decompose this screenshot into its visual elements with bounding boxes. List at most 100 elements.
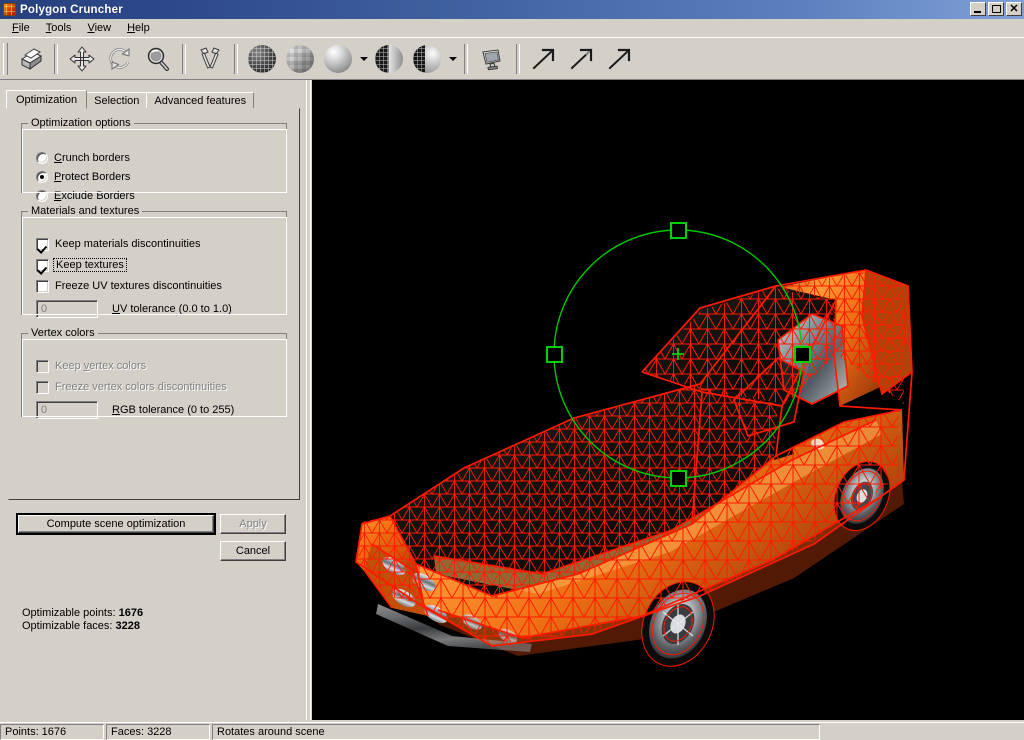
rgb-tolerance-input[interactable]: 0 (36, 401, 98, 419)
radio-protect-borders-label: Protect Borders (54, 171, 131, 183)
radio-exclude-borders[interactable]: Exclude Borders (36, 189, 135, 203)
checkbox-freeze-vertex-colors-indicator (36, 380, 49, 394)
render-wireframe-smooth-icon[interactable] (408, 41, 446, 77)
optimizable-points-value: 1676 (118, 607, 144, 619)
3d-viewport[interactable] (312, 80, 1024, 720)
render-wireframe-smooth-dropdown-chevron-down-icon[interactable] (446, 41, 459, 77)
minimize-button[interactable] (970, 2, 986, 16)
uv-tolerance-label: UV tolerance (0.0 to 1.0) (112, 303, 232, 315)
compute-scene-optimization-label: Compute scene optimization (46, 518, 186, 530)
compute-scene-optimization-button[interactable]: Compute scene optimization (16, 513, 216, 535)
window-title: Polygon Cruncher (20, 3, 123, 16)
arrow-diagonal-3-icon[interactable] (601, 41, 639, 77)
arrow-diagonal-2-icon[interactable] (563, 41, 601, 77)
apply-button-label: Apply (239, 518, 267, 530)
zoom-magnifier-icon[interactable] (139, 41, 177, 77)
menu-help-label: elp (135, 22, 150, 34)
cancel-button-label: Cancel (235, 545, 271, 557)
checkbox-freeze-uv-textures-discontinuities[interactable]: Freeze UV textures discontinuities (36, 279, 222, 293)
group-materials-and-textures: Materials and textures Keep materials di… (21, 205, 287, 318)
menu-tools[interactable]: Tools (38, 21, 80, 35)
menu-help[interactable]: Help (119, 21, 158, 35)
toolbar-separator-5 (516, 43, 520, 74)
polygon-cruncher-icon (3, 3, 16, 16)
pan-move-icon[interactable] (63, 41, 101, 77)
gizmo-handle-top (670, 222, 687, 239)
checkbox-keep-materials-discontinuities-label: Keep materials discontinuities (55, 238, 201, 250)
rgb-tolerance-row: 0 RGB tolerance (0 to 255) (36, 401, 234, 419)
close-button[interactable]: ✕ (1006, 2, 1022, 16)
group-vertex-colors: Vertex colors Keep vertex colors Freeze … (21, 327, 287, 419)
checkbox-keep-materials-discontinuities-indicator (36, 237, 49, 251)
render-smooth-dropdown-chevron-down-icon[interactable] (357, 41, 370, 77)
car-wireframe-model (355, 222, 913, 667)
print-icon[interactable] (11, 41, 49, 77)
checkbox-keep-vertex-colors-label: Keep vertex colors (55, 360, 147, 372)
cancel-button[interactable]: Cancel (220, 541, 286, 561)
render-flat-icon[interactable] (281, 41, 319, 77)
maximize-restore-button[interactable] (988, 2, 1004, 16)
group-vertex-colors-legend: Vertex colors (28, 327, 98, 339)
tools-hammers-icon[interactable] (191, 41, 229, 77)
optimizable-faces-value: 3228 (115, 619, 141, 632)
tab-selection[interactable]: Selection (86, 92, 148, 109)
radio-crunch-borders-label: Crunch borders (54, 152, 130, 164)
render-wireframe-icon[interactable] (243, 41, 281, 77)
checkbox-keep-vertex-colors[interactable]: Keep vertex colors (36, 359, 146, 373)
uv-tolerance-row: 0 UV tolerance (0.0 to 1.0) (36, 300, 232, 318)
faces-pane: Faces: 3228 (106, 723, 210, 740)
checkbox-keep-textures[interactable]: Keep textures (36, 258, 127, 272)
toolbar-separator-4 (464, 43, 468, 74)
group-optimization-options-legend: Optimization options (28, 117, 134, 129)
hint-pane: Rotates around scene (212, 723, 820, 740)
toolbar (0, 37, 1024, 80)
menu-bar: File Tools View Help (0, 19, 1024, 37)
toolbar-separator-2 (182, 43, 186, 74)
gizmo-handle-left (546, 346, 563, 363)
toolbar-separator-1 (54, 43, 58, 74)
menu-view[interactable]: View (79, 21, 119, 35)
radio-crunch-borders[interactable]: Crunch borders (36, 151, 130, 165)
checkbox-keep-textures-indicator (36, 258, 49, 272)
rotate-icon[interactable] (101, 41, 139, 77)
toolbar-grip[interactable] (3, 42, 8, 75)
optimizable-faces-row: Optimizable faces: 3228 (22, 620, 143, 633)
gizmo-handle-right (794, 346, 811, 363)
tab-advanced-features-label: Advanced features (154, 94, 247, 107)
checkbox-freeze-vertex-colors-discontinuities[interactable]: Freeze vertex colors discontinuities (36, 380, 227, 394)
radio-exclude-borders-label: Exclude Borders (54, 190, 135, 202)
menu-file[interactable]: File (4, 21, 38, 35)
checkbox-freeze-uv-indicator (36, 279, 49, 293)
application-window: Polygon Cruncher ✕ File Tools View Help (0, 0, 1024, 740)
options-panel: Optimization Selection Advanced features… (0, 80, 312, 720)
render-wireframe-shaded-icon[interactable] (370, 41, 408, 77)
checkbox-keep-materials-discontinuities[interactable]: Keep materials discontinuities (36, 237, 201, 251)
apply-button[interactable]: Apply (220, 514, 286, 534)
radio-protect-borders[interactable]: Protect Borders (36, 170, 130, 184)
render-smooth-icon[interactable] (319, 41, 357, 77)
radio-protect-borders-indicator (36, 171, 48, 183)
tab-strip: Optimization Selection Advanced features (6, 90, 255, 109)
optimizable-stats: Optimizable points: 1676 Optimizable fac… (22, 607, 143, 632)
group-optimization-options: Optimization options Crunch borders Prot… (21, 117, 287, 202)
window-controls: ✕ (970, 2, 1022, 16)
points-pane: Points: 1676 (0, 723, 104, 740)
uv-tolerance-input[interactable]: 0 (36, 300, 98, 318)
checkbox-freeze-vertex-colors-label: Freeze vertex colors discontinuities (55, 381, 227, 393)
tab-advanced-features[interactable]: Advanced features (146, 92, 255, 109)
optimizable-points-label: Optimizable points: (22, 607, 116, 619)
optimizable-points-row: Optimizable points: 1676 (22, 607, 143, 620)
tab-optimization[interactable]: Optimization (6, 90, 88, 109)
group-materials-legend: Materials and textures (28, 205, 143, 217)
toolbar-separator-3 (234, 43, 238, 74)
optimizable-faces-label: Optimizable faces: (22, 619, 113, 632)
tab-selection-label: Selection (94, 94, 140, 107)
display-monitor-icon[interactable] (473, 41, 511, 77)
arrow-diagonal-1-icon[interactable] (525, 41, 563, 77)
checkbox-keep-vertex-colors-indicator (36, 359, 49, 373)
checkbox-keep-textures-label: Keep textures (53, 258, 127, 272)
tab-optimization-label: Optimization (16, 93, 78, 106)
viewport-frame (306, 80, 1024, 720)
tab-panel-optimization: Optimization options Crunch borders Prot… (8, 108, 300, 500)
gizmo-handle-bottom (670, 470, 687, 487)
